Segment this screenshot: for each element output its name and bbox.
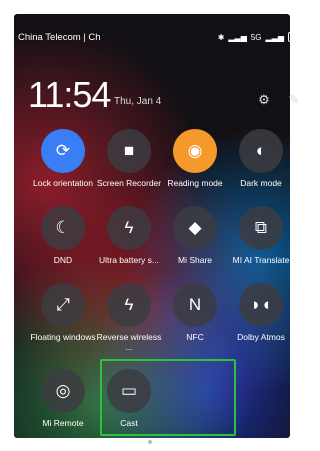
cast-highlight-box (100, 359, 236, 436)
tile-label: Dolby Atmos (237, 332, 285, 342)
tile-nfc[interactable]: N NFC (160, 283, 230, 342)
signal-label: 5G (250, 32, 262, 42)
signal-icon-2: ▂▃▅ (265, 32, 284, 42)
settings-gear-icon[interactable]: ⚙ (256, 92, 272, 108)
eye-icon: ◉ (173, 129, 217, 173)
tile-label: MI AI Translate (232, 255, 290, 265)
tile-label: Mi Share (177, 255, 212, 265)
lightning-icon: ϟ (107, 206, 151, 250)
tile-dark-mode[interactable]: ◐ Dark mode (226, 129, 296, 188)
clock-time: 11:54 (28, 74, 111, 115)
tile-label: Ultra battery s... (99, 255, 159, 265)
tile-dnd[interactable]: ☾ DND (28, 206, 98, 265)
status-bar: China Telecom | Ch ✱ ▂▃▅ 5G ▂▃▅ 100 (18, 30, 310, 44)
carrier-label: China Telecom | Ch (18, 31, 101, 43)
tile-label: Mi Remote (42, 418, 84, 428)
header: 11:54 Thu, Jan 4 ⚙ ✎ (28, 74, 306, 115)
tile-ultra-battery[interactable]: ϟ Ultra battery s... (94, 206, 164, 265)
page-indicator (148, 440, 162, 444)
status-icons: ✱ ▂▃▅ 5G ▂▃▅ 100 (218, 32, 310, 42)
tile-dolby-atmos[interactable]: ◗◖ Dolby Atmos (226, 283, 296, 342)
tile-label: Dark mode (240, 178, 282, 188)
tile-screen-recorder[interactable]: ■ Screen Recorder (94, 129, 164, 188)
tile-label: DND (53, 255, 73, 265)
battery-icon: 100 (288, 32, 310, 42)
tile-mi-share[interactable]: ◆ Mi Share (160, 206, 230, 265)
tile-floating-windows[interactable]: ⤢ Floating windows (28, 283, 98, 342)
video-camera-icon: ■ (107, 129, 151, 173)
signal-icon: ▂▃▅ (228, 32, 247, 42)
tile-label: Floating windows (30, 332, 96, 342)
tile-reading-mode[interactable]: ◉ Reading mode (160, 129, 230, 188)
tile-label: Reading mode (167, 178, 223, 188)
tile-lock-orientation[interactable]: ⟳ Lock orientation (28, 129, 98, 188)
share-icon: ◆ (173, 206, 217, 250)
wireless-charge-icon: ϟ (107, 283, 151, 327)
tile-mi-ai-translate[interactable]: ⧉ MI AI Translate (226, 206, 296, 265)
lock-rotate-icon: ⟳ (41, 129, 85, 173)
tile-label: Lock orientation (32, 178, 93, 188)
translate-icon: ⧉ (239, 206, 283, 250)
edit-icon[interactable]: ✎ (286, 92, 302, 108)
floating-window-icon: ⤢ (41, 283, 85, 327)
page-dot-active[interactable] (158, 440, 162, 444)
dolby-icon: ◗◖ (239, 283, 283, 327)
contrast-icon: ◐ (239, 129, 283, 173)
moon-icon: ☾ (41, 206, 85, 250)
bluetooth-icon: ✱ (217, 32, 225, 42)
page-dot[interactable] (148, 440, 152, 444)
tile-label: NFC (186, 332, 204, 342)
remote-icon: ◎ (41, 369, 85, 413)
tile-mi-remote[interactable]: ◎ Mi Remote (28, 369, 98, 428)
tile-label: Reverse wireless ... (96, 332, 162, 352)
nfc-icon: N (173, 283, 217, 327)
tile-reverse-wireless[interactable]: ϟ Reverse wireless ... (94, 283, 164, 352)
clock-date: Thu, Jan 4 (114, 96, 162, 107)
tile-label: Screen Recorder (96, 178, 162, 188)
